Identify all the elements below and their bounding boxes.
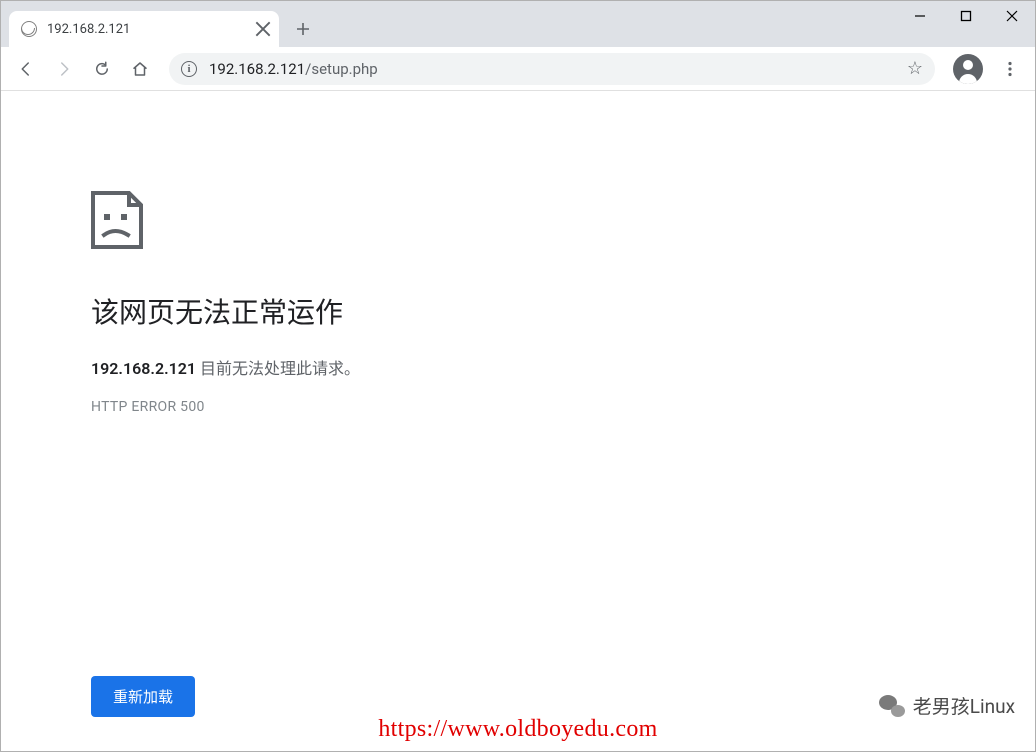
window-titlebar: 192.168.2.121	[1, 1, 1035, 47]
reload-page-button[interactable]: 重新加载	[91, 676, 195, 717]
watermark-brand: 老男孩Linux	[879, 692, 1015, 719]
site-info-icon[interactable]: i	[181, 61, 197, 77]
tab-close-button[interactable]	[255, 21, 271, 37]
url-host: 192.168.2.121	[209, 60, 305, 78]
error-subtitle: 192.168.2.121 目前无法处理此请求。	[91, 355, 621, 379]
back-button[interactable]	[9, 52, 43, 86]
tab-title: 192.168.2.121	[47, 22, 255, 37]
globe-icon	[21, 21, 37, 37]
maximize-button[interactable]	[943, 1, 989, 31]
forward-button[interactable]	[47, 52, 81, 86]
error-title: 该网页无法正常运作	[91, 291, 621, 331]
kebab-menu-button[interactable]	[993, 52, 1027, 86]
error-host: 192.168.2.121	[91, 359, 196, 378]
profile-avatar-button[interactable]	[953, 54, 983, 84]
minimize-button[interactable]	[897, 1, 943, 31]
reload-button[interactable]	[85, 52, 119, 86]
bookmark-star-icon[interactable]: ☆	[907, 58, 923, 79]
watermark-brand-text: 老男孩Linux	[913, 692, 1015, 719]
error-code: HTTP ERROR 500	[91, 399, 621, 415]
url-text: 192.168.2.121/setup.php	[209, 60, 895, 78]
watermark-url: https://www.oldboyedu.com	[378, 716, 657, 743]
error-page: 该网页无法正常运作 192.168.2.121 目前无法处理此请求。 HTTP …	[1, 91, 621, 415]
address-bar[interactable]: i 192.168.2.121/setup.php ☆	[169, 53, 935, 85]
browser-tab[interactable]: 192.168.2.121	[9, 11, 279, 47]
url-path: /setup.php	[305, 60, 378, 78]
wechat-icon	[879, 695, 905, 717]
window-controls	[897, 1, 1035, 31]
error-message: 目前无法处理此请求。	[196, 359, 360, 378]
sad-page-icon	[91, 191, 621, 251]
browser-toolbar: i 192.168.2.121/setup.php ☆	[1, 47, 1035, 91]
window-close-button[interactable]	[989, 1, 1035, 31]
new-tab-button[interactable]	[289, 15, 317, 43]
home-button[interactable]	[123, 52, 157, 86]
